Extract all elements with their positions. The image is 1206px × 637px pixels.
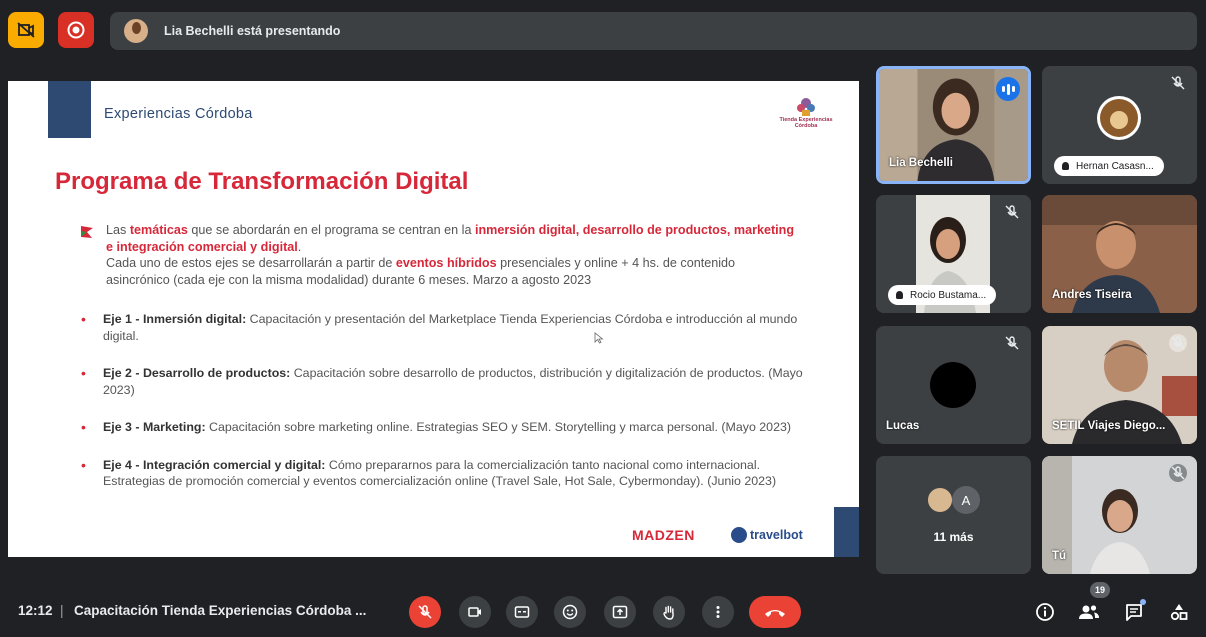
activities-button[interactable] (1168, 601, 1190, 623)
record-icon (67, 21, 85, 39)
reactions-button[interactable] (554, 596, 586, 628)
mic-off-icon (418, 605, 432, 619)
hand-icon (663, 605, 674, 620)
participant-tile-hernan[interactable]: Hernan Casasn... (1042, 66, 1197, 184)
presenter-avatar (124, 19, 148, 43)
recording-button[interactable] (58, 12, 94, 48)
bullet-flag-icon (81, 226, 93, 238)
slide-title: Programa de Transformación Digital (55, 168, 469, 195)
people-button[interactable] (1078, 601, 1100, 623)
participant-name: Hernan Casasn... (1054, 156, 1164, 176)
list-item: Eje 1 - Inmersión digital: Capacitación … (81, 311, 811, 344)
connection-warning-button[interactable] (8, 12, 44, 48)
list-item: Eje 3 - Marketing: Capacitación sobre ma… (81, 419, 811, 436)
mic-muted-icon (1005, 336, 1019, 350)
shared-slide: Experiencias Córdoba Tienda Experiencias… (8, 81, 859, 557)
phone-hangup-icon (765, 610, 785, 617)
meeting-details-button[interactable] (1034, 601, 1056, 623)
captions-button[interactable] (506, 596, 538, 628)
participant-tile-self[interactable]: Tú (1042, 456, 1197, 574)
travelbot-logo: travelbot (731, 527, 803, 543)
presenting-text: Lia Bechelli está presentando (164, 24, 341, 38)
chat-button[interactable] (1123, 599, 1146, 623)
mic-muted-icon (1005, 205, 1019, 219)
participant-tile-rocio[interactable]: Rocio Bustama... (876, 195, 1031, 313)
slide-accent-bar-bottom (834, 507, 859, 557)
more-participants-label: 11 más (933, 530, 974, 544)
more-participants-tile[interactable]: A 11 más (876, 456, 1031, 574)
more-vert-icon (716, 606, 720, 618)
participant-avatar (926, 486, 954, 514)
slide-brand: Experiencias Córdoba (104, 106, 253, 122)
separator: | (60, 603, 64, 618)
slide-accent-bar (48, 81, 91, 138)
participant-tile-lucas[interactable]: Lucas (876, 326, 1031, 444)
info-icon (1036, 603, 1054, 621)
participant-avatar (930, 362, 976, 408)
travelbot-icon (731, 527, 747, 543)
mic-muted-icon (1169, 334, 1187, 352)
intro-paragraph-1: Las temáticas que se abordarán en el pro… (106, 223, 795, 254)
mouse-cursor-icon (594, 332, 604, 344)
participant-tile-setil[interactable]: SETIL Viajes Diego... (1042, 326, 1197, 444)
participant-avatar: A (952, 486, 980, 514)
more-options-button[interactable] (702, 596, 734, 628)
participant-avatar (1097, 96, 1141, 140)
chat-icon (1126, 604, 1142, 621)
meeting-title: Capacitación Tienda Experiencias Córdoba… (74, 603, 367, 618)
participant-tile-lia[interactable]: Lia Bechelli (876, 66, 1031, 184)
control-bar: 12:12 | Capacitación Tienda Experiencias… (0, 582, 1206, 637)
leave-call-button[interactable] (749, 596, 801, 628)
list-item: Eje 2 - Desarrollo de productos: Capacit… (81, 365, 811, 398)
intro-paragraph-2: Cada uno de estos ejes se desarrollarán … (106, 256, 736, 287)
microphone-toggle-button[interactable] (409, 596, 441, 628)
mic-muted-icon (1169, 464, 1187, 482)
speaking-indicator-icon (996, 77, 1020, 101)
present-screen-button[interactable] (604, 596, 636, 628)
activities-icon (1170, 604, 1188, 621)
participant-tile-andres[interactable]: Andres Tiseira (1042, 195, 1197, 313)
participant-name: Lucas (886, 420, 920, 432)
no-video-warning-icon (17, 22, 35, 38)
participant-name: Tú (1052, 550, 1067, 562)
camera-icon (468, 607, 481, 617)
participant-name: Rocio Bustama... (888, 285, 997, 305)
present-icon (612, 605, 628, 619)
presenting-banner: Lia Bechelli está presentando (110, 12, 1197, 50)
tienda-logo-text: Tienda Experiencias Córdoba (779, 117, 833, 129)
ejes-list: Eje 1 - Inmersión digital: Capacitación … (81, 311, 811, 511)
participant-name: Andres Tiseira (1052, 289, 1132, 301)
captions-icon (514, 606, 530, 618)
people-icon (1079, 605, 1099, 619)
raise-hand-button[interactable] (653, 596, 685, 628)
madzen-logo: MADZEN (632, 527, 695, 543)
emoji-icon (562, 604, 578, 620)
slide-intro: Las temáticas que se abordarán en el pro… (106, 222, 796, 288)
clock: 12:12 (18, 603, 53, 618)
chat-notification-dot (1140, 599, 1146, 605)
participant-name: SETIL Viajes Diego... (1052, 420, 1166, 432)
list-item: Eje 4 - Integración comercial y digital:… (81, 457, 811, 490)
camera-toggle-button[interactable] (459, 596, 491, 628)
mic-muted-icon (1171, 76, 1185, 90)
participant-name: Lia Bechelli (889, 157, 953, 169)
participant-count-badge: 19 (1090, 582, 1110, 598)
